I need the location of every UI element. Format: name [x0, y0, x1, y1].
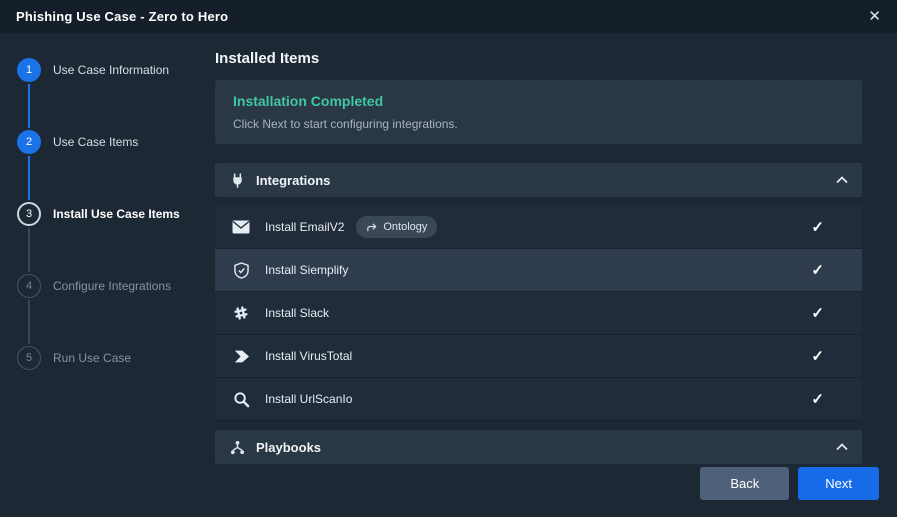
step-connector [28, 156, 30, 200]
list-item-install-virustotal[interactable]: Install VirusTotal ✓ [215, 335, 862, 378]
virustotal-icon [231, 349, 251, 364]
slack-icon [231, 305, 251, 321]
step-connector [28, 84, 30, 128]
step-connector [28, 300, 30, 344]
integrations-section-label: Integrations [256, 173, 330, 188]
list-item-install-urlscanio[interactable]: Install UrlScanIo ✓ [215, 378, 862, 421]
chevron-up-icon[interactable] [836, 176, 848, 184]
installation-status-banner: Installation Completed Click Next to sta… [215, 80, 862, 144]
item-label: Install Slack [265, 306, 329, 320]
check-icon: ✓ [811, 392, 824, 407]
siemplify-icon [231, 262, 251, 279]
step-run-use-case[interactable]: 5 Run Use Case [0, 346, 215, 418]
step-use-case-information[interactable]: 1 Use Case Information [0, 58, 215, 130]
ontology-icon [366, 222, 377, 233]
integrations-icon [229, 172, 246, 189]
next-button[interactable]: Next [798, 467, 879, 500]
banner-title: Installation Completed [233, 93, 844, 109]
step-number: 2 [17, 130, 41, 154]
dialog-footer: Back Next [700, 467, 879, 500]
check-icon: ✓ [811, 263, 824, 278]
step-label: Install Use Case Items [53, 202, 180, 226]
step-label: Configure Integrations [53, 274, 171, 298]
item-label: Install EmailV2 [265, 220, 344, 234]
close-icon[interactable]: ✕ [868, 9, 881, 24]
ontology-badge-label: Ontology [383, 221, 427, 233]
step-number: 4 [17, 274, 41, 298]
step-label: Use Case Information [53, 58, 169, 82]
main-content: Installed Items Installation Completed C… [215, 33, 862, 517]
item-label: Install UrlScanIo [265, 392, 352, 406]
step-install-use-case-items[interactable]: 3 Install Use Case Items [0, 202, 215, 274]
item-label: Install VirusTotal [265, 349, 352, 363]
integrations-item-list: Install EmailV2 Ontology ✓ Install Siemp [215, 206, 862, 421]
email-icon [231, 220, 251, 234]
list-item-install-emailv2[interactable]: Install EmailV2 Ontology ✓ [215, 206, 862, 249]
integrations-section-header[interactable]: Integrations [215, 163, 862, 197]
ontology-badge: Ontology [356, 216, 437, 238]
dialog-title: Phishing Use Case - Zero to Hero [16, 9, 228, 24]
banner-subtitle: Click Next to start configuring integrat… [233, 117, 844, 131]
wizard-stepper: 1 Use Case Information 2 Use Case Items … [0, 33, 215, 517]
item-label: Install Siemplify [265, 263, 348, 277]
list-item-install-siemplify[interactable]: Install Siemplify ✓ [215, 249, 862, 292]
dialog-header: Phishing Use Case - Zero to Hero ✕ [0, 0, 897, 33]
chevron-up-icon[interactable] [836, 443, 848, 451]
use-case-wizard-dialog: Phishing Use Case - Zero to Hero ✕ 1 Use… [0, 0, 897, 517]
playbooks-section-label: Playbooks [256, 440, 321, 455]
step-number: 5 [17, 346, 41, 370]
list-item-install-slack[interactable]: Install Slack ✓ [215, 292, 862, 335]
step-label: Run Use Case [53, 346, 131, 370]
step-use-case-items[interactable]: 2 Use Case Items [0, 130, 215, 202]
step-connector [28, 228, 30, 272]
playbooks-section-header[interactable]: Playbooks [215, 430, 862, 464]
back-button[interactable]: Back [700, 467, 789, 500]
page-title: Installed Items [215, 50, 862, 67]
playbooks-icon [229, 439, 246, 456]
check-icon: ✓ [811, 349, 824, 364]
step-number: 3 [17, 202, 41, 226]
step-label: Use Case Items [53, 130, 138, 154]
magnifier-icon [231, 391, 251, 408]
check-icon: ✓ [811, 306, 824, 321]
check-icon: ✓ [811, 220, 824, 235]
step-configure-integrations[interactable]: 4 Configure Integrations [0, 274, 215, 346]
step-number: 1 [17, 58, 41, 82]
